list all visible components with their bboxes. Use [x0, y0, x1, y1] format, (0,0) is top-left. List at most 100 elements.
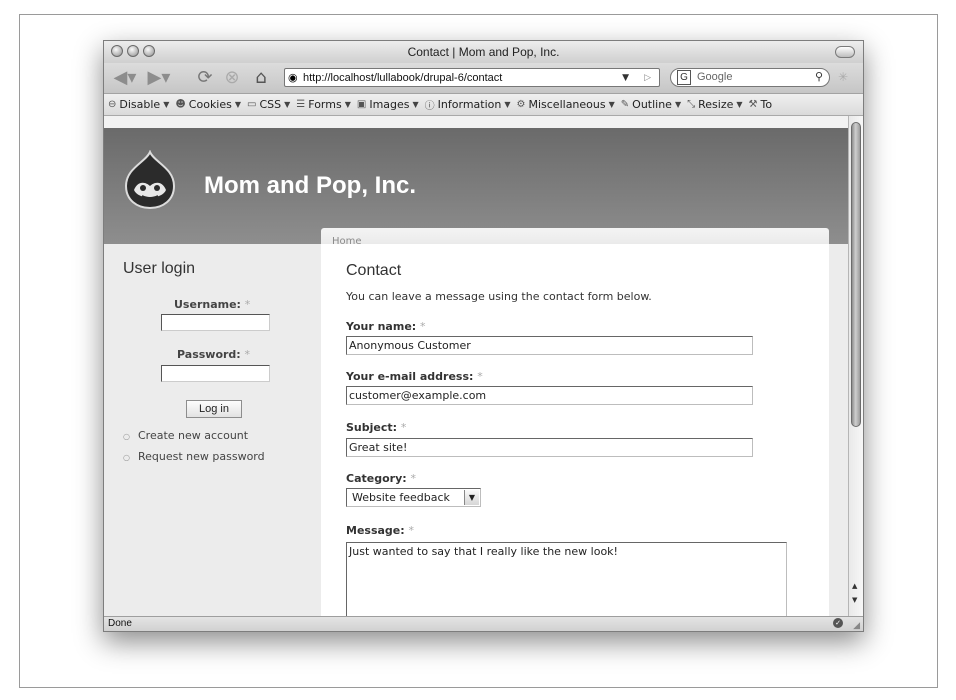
- login-button[interactable]: Log in: [186, 400, 242, 418]
- home-icon[interactable]: ⌂: [249, 67, 273, 89]
- menu-label: Miscellaneous: [528, 98, 606, 111]
- toolbar-images-menu[interactable]: ▣ Images ▼: [357, 97, 419, 112]
- css-icon: ▭: [247, 99, 257, 110]
- stop-icon[interactable]: ⊗: [221, 67, 243, 89]
- required-mark: *: [244, 298, 251, 311]
- status-bar: Done ✓ ◢: [104, 616, 863, 631]
- username-label: Username: *: [174, 298, 250, 311]
- images-icon: ▣: [356, 99, 367, 110]
- scroll-down-icon[interactable]: ▼: [852, 596, 857, 604]
- message-label: Message: *: [346, 524, 414, 537]
- site-header: Mom and Pop, Inc. Home: [104, 128, 848, 256]
- subject-label-text: Subject:: [346, 421, 398, 434]
- dropdown-arrow-icon: ▼: [736, 100, 743, 109]
- password-input[interactable]: [161, 365, 270, 382]
- bullet-icon: ○: [123, 432, 130, 441]
- menu-label: Outline: [632, 98, 672, 111]
- required-mark: *: [477, 370, 483, 383]
- toolbar-tools-menu[interactable]: ⚒ To: [749, 97, 773, 112]
- category-selected-value: Website feedback: [352, 491, 450, 504]
- vertical-scrollbar[interactable]: ▲ ▼: [848, 116, 863, 616]
- email-label-text: Your e-mail address:: [346, 370, 474, 383]
- menu-label: To: [760, 98, 773, 111]
- username-input[interactable]: [161, 314, 270, 331]
- search-box[interactable]: G Google ⚲: [670, 68, 830, 87]
- dropdown-arrow-icon: ▼: [234, 100, 242, 109]
- title-bar: Contact | Mom and Pop, Inc.: [104, 41, 863, 64]
- browser-window: Contact | Mom and Pop, Inc. ◀▾ ▶▾ ⟳ ⊗ ⌂ …: [103, 40, 864, 632]
- toolbar-css-menu[interactable]: ▭ CSS ▼: [247, 97, 290, 112]
- miscellaneous-icon: ⚙: [516, 99, 526, 110]
- activity-spinner-icon: ✳: [838, 70, 849, 84]
- forward-arrow-icon[interactable]: ▶▾: [144, 67, 174, 89]
- address-bar[interactable]: ◉ http://localhost/lullabook/drupal-6/co…: [284, 68, 660, 87]
- window-title: Contact | Mom and Pop, Inc.: [407, 45, 560, 59]
- scroll-up-icon[interactable]: ▲: [852, 582, 857, 590]
- tools-icon: ⚒: [748, 99, 758, 110]
- username-label-text: Username:: [174, 298, 241, 311]
- resize-grip-icon[interactable]: ◢: [853, 619, 860, 631]
- go-arrow-icon[interactable]: ▷: [644, 69, 651, 88]
- page-viewport: Mom and Pop, Inc. Home User login Userna…: [104, 116, 848, 616]
- right-gutter: [829, 244, 848, 616]
- link-text: Request new password: [137, 450, 265, 463]
- search-placeholder: Google: [697, 71, 733, 83]
- forms-icon: ☰: [296, 99, 306, 110]
- category-select[interactable]: Website feedback ▼: [346, 488, 481, 507]
- url-history-dropdown-icon[interactable]: ▼: [622, 69, 629, 88]
- resize-icon: ⤡: [687, 99, 696, 110]
- menu-label: Forms: [308, 98, 342, 111]
- url-text: http://localhost/lullabook/drupal-6/cont…: [303, 72, 503, 84]
- email-label: Your e-mail address: *: [346, 370, 483, 383]
- required-mark: *: [410, 472, 416, 485]
- google-engine-icon[interactable]: G: [677, 70, 691, 85]
- magnifier-icon[interactable]: ⚲: [815, 69, 823, 86]
- create-account-link[interactable]: ○ Create new account: [123, 429, 248, 442]
- intro-text: You can leave a message using the contac…: [346, 290, 652, 303]
- main-content: Contact You can leave a message using th…: [321, 244, 829, 616]
- site-name[interactable]: Mom and Pop, Inc.: [204, 172, 416, 200]
- subject-label: Subject: *: [346, 421, 406, 434]
- back-arrow-icon[interactable]: ◀▾: [110, 67, 140, 89]
- toolbar-miscellaneous-menu[interactable]: ⚙ Miscellaneous ▼: [517, 97, 615, 112]
- menu-label: Cookies: [188, 98, 232, 111]
- information-icon: ⓘ: [424, 101, 435, 112]
- subject-field[interactable]: Great site!: [346, 438, 753, 457]
- toolbar-forms-menu[interactable]: ☰ Forms ▼: [296, 97, 351, 112]
- toolbar-cookies-menu[interactable]: ☻ Cookies ▼: [175, 97, 241, 112]
- required-mark: *: [408, 524, 415, 537]
- password-label-text: Password:: [177, 348, 241, 361]
- disable-icon: ⊖: [108, 99, 117, 110]
- navigation-toolbar: ◀▾ ▶▾ ⟳ ⊗ ⌂ ◉ http://localhost/lullabook…: [104, 63, 863, 94]
- web-developer-toolbar: ⊖ Disable ▼ ☻ Cookies ▼ ▭ CSS ▼ ☰ Forms ▼ ▣ Image…: [104, 94, 863, 116]
- toolbar-resize-menu[interactable]: ⤡ Resize ▼: [687, 97, 742, 112]
- name-field[interactable]: Anonymous Customer: [346, 336, 753, 355]
- drupal-logo-icon[interactable]: [124, 150, 176, 210]
- toolbar-toggle-icon[interactable]: [835, 46, 855, 58]
- email-field[interactable]: customer@example.com: [346, 386, 753, 405]
- reload-icon[interactable]: ⟳: [194, 67, 216, 89]
- cookies-icon: ☻: [175, 99, 186, 110]
- dropdown-arrow-icon: ▼: [412, 100, 419, 109]
- scrollbar-thumb[interactable]: [851, 122, 861, 427]
- message-label-text: Message:: [346, 524, 405, 537]
- dropdown-arrow-icon: ▼: [674, 100, 682, 109]
- menu-label: Resize: [698, 98, 734, 111]
- sidebar: User login Username: * Password: * Log i…: [104, 244, 321, 616]
- toolbar-outline-menu[interactable]: ✎ Outline ▼: [621, 97, 681, 112]
- page-top-gap: [104, 116, 848, 128]
- name-label-text: Your name:: [346, 320, 417, 333]
- toolbar-information-menu[interactable]: ⓘ Information ▼: [425, 97, 511, 112]
- category-label-text: Category:: [346, 472, 407, 485]
- dropdown-arrow-icon: ▼: [608, 100, 615, 109]
- message-textarea[interactable]: Just wanted to say that I really like th…: [346, 542, 787, 616]
- menu-label: Information: [437, 98, 502, 111]
- dropdown-arrow-icon: ▼: [163, 100, 170, 109]
- dropdown-arrow-icon: ▼: [344, 100, 351, 109]
- status-check-icon: ✓: [833, 618, 843, 628]
- chevron-down-icon[interactable]: ▼: [464, 490, 479, 505]
- menu-label: Disable: [119, 98, 161, 111]
- request-password-link[interactable]: ○ Request new password: [123, 450, 265, 463]
- menu-label: Images: [369, 98, 410, 111]
- toolbar-disable-menu[interactable]: ⊖ Disable ▼: [108, 97, 169, 112]
